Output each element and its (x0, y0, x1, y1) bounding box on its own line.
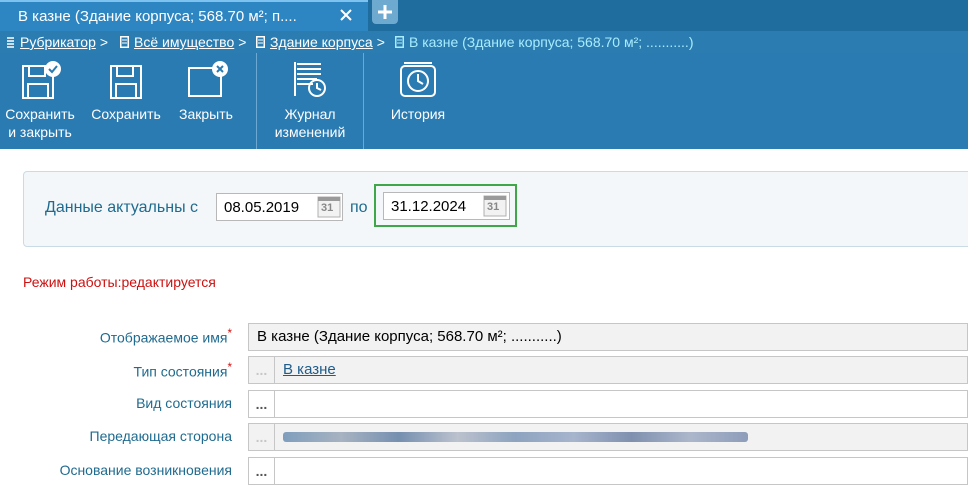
date-range-label: Данные актуальны с (45, 199, 199, 216)
save-label: Сохранить (91, 106, 161, 122)
edit-mode-status: Режим работы:редактируется (23, 274, 216, 290)
state-type-field[interactable]: ... В казне (248, 356, 968, 384)
tab-active[interactable]: В казне (Здание корпуса; 568.70 м²; п...… (0, 0, 368, 31)
breadcrumb-link[interactable]: Всё имущество (134, 34, 234, 50)
state-kind-field[interactable]: ... (248, 390, 968, 418)
save-check-icon (22, 61, 61, 99)
breadcrumb: Рубрикатор > Всё имущество > Здание корп… (0, 31, 968, 53)
toolbar-divider (363, 53, 364, 149)
journal-label-1: Журнал (284, 106, 336, 122)
breadcrumb-separator: > (99, 34, 109, 50)
document-icon (256, 36, 265, 48)
list-icon (7, 37, 14, 48)
origin-basis-field[interactable]: ... (248, 457, 968, 485)
date-from-value[interactable]: 08.05.2019 (224, 199, 299, 216)
breadcrumb-separator: > (376, 34, 385, 50)
journal-label-2: изменений (274, 124, 346, 140)
date-to-label: по (350, 199, 368, 216)
calendar-day: 31 (487, 201, 500, 213)
history-label: История (390, 106, 446, 122)
breadcrumb-item-rubricator[interactable]: Рубрикатор > (6, 31, 108, 53)
save-and-close-label-2: и закрыть (8, 124, 72, 140)
date-to-value[interactable]: 31.12.2024 (391, 198, 466, 215)
origin-basis-select-button[interactable]: ... (249, 458, 275, 484)
origin-basis-label: Основание возникновения (59, 462, 232, 478)
breadcrumb-current: В казне (Здание корпуса; 568.70 м²; ....… (395, 31, 693, 53)
save-button[interactable]: Сохранить (88, 53, 164, 149)
toolbar-divider (256, 53, 257, 149)
blurred-value (283, 432, 748, 442)
plus-icon (378, 5, 392, 19)
close-label: Закрыть (179, 106, 233, 122)
history-button[interactable]: История (380, 53, 456, 149)
display-name-label: Отображаемое имя* (99, 327, 232, 346)
history-clock-icon (400, 62, 436, 97)
save-and-close-button[interactable]: Сохранить и закрыть (2, 53, 78, 149)
change-journal-button[interactable]: Журнал изменений (270, 53, 350, 149)
display-name-field[interactable]: В казне (Здание корпуса; 568.70 м²; ....… (248, 323, 968, 351)
state-type-select-button[interactable]: ... (249, 357, 275, 383)
state-type-link[interactable]: В казне (283, 361, 336, 378)
transferring-party-field[interactable]: ... (248, 423, 968, 451)
breadcrumb-item-building[interactable]: Здание корпуса > (256, 31, 385, 53)
toolbar: Сохранить и закрыть Сохранить Закрыть Жу… (0, 53, 968, 149)
breadcrumb-current-label: В казне (Здание корпуса; 568.70 м²; ....… (409, 34, 694, 50)
breadcrumb-link[interactable]: Рубрикатор (20, 34, 96, 50)
transferring-party-label: Передающая сторона (89, 428, 232, 444)
state-kind-select-button[interactable]: ... (249, 391, 275, 417)
tab-title: В казне (Здание корпуса; 568.70 м²; п...… (18, 8, 297, 25)
breadcrumb-item-all-property[interactable]: Всё имущество > (120, 31, 246, 53)
display-name-value: В казне (Здание корпуса; 568.70 м²; ....… (257, 328, 562, 345)
close-icon[interactable] (336, 5, 356, 25)
breadcrumb-link[interactable]: Здание корпуса (270, 34, 373, 50)
save-icon (110, 65, 142, 99)
document-icon (120, 36, 129, 48)
close-window-icon (188, 61, 228, 97)
transferring-party-select-button[interactable]: ... (249, 424, 275, 450)
calendar-day: 31 (321, 202, 334, 214)
state-kind-label: Вид состояния (136, 395, 232, 411)
journal-icon (294, 62, 326, 97)
date-to-field[interactable]: 31.12.2024 31 (383, 192, 510, 220)
breadcrumb-separator: > (238, 34, 247, 50)
new-tab-button[interactable] (372, 0, 398, 24)
state-type-label: Тип состояния* (133, 361, 232, 380)
close-button[interactable]: Закрыть (170, 53, 242, 149)
save-and-close-label-1: Сохранить (5, 106, 75, 122)
date-from-field[interactable]: 08.05.2019 31 (216, 193, 343, 221)
document-icon (395, 36, 404, 48)
